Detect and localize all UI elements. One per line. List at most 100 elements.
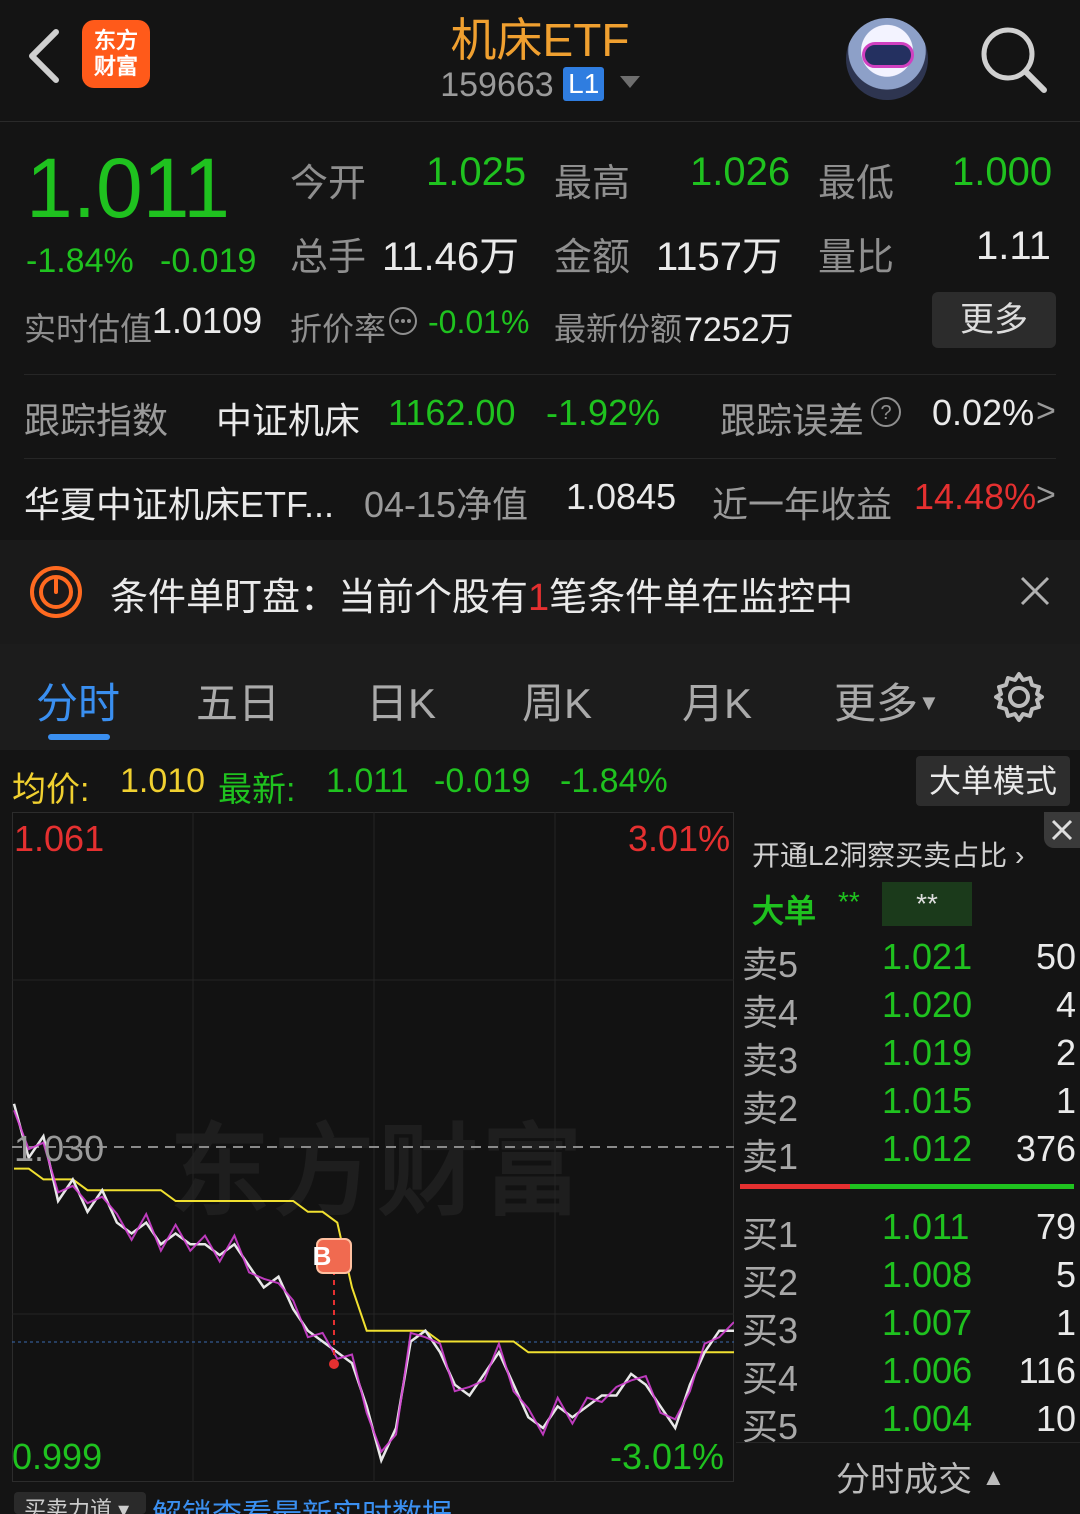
buy-row[interactable]: 买4 1.006 116 xyxy=(742,1350,1076,1399)
low-label: 最低 xyxy=(818,163,895,205)
settings-gear-icon[interactable] xyxy=(992,670,1046,724)
avg-price-value: 1.010 xyxy=(120,762,206,800)
sell-row[interactable]: 卖2 1.015 1 xyxy=(742,1080,1076,1129)
y-min-price: 0.999 xyxy=(12,1436,103,1477)
buy-row[interactable]: 买3 1.007 1 xyxy=(742,1302,1076,1351)
high-value: 1.026 xyxy=(690,150,791,194)
sell-volume: 1 xyxy=(1055,1080,1076,1121)
buy-volume: 79 xyxy=(1035,1206,1076,1247)
fund-name[interactable]: 华夏中证机床ETF... xyxy=(24,476,334,528)
condition-order-text: 条件单盯盘：当前个股有1笔条件单在监控中 xyxy=(110,566,853,621)
latest-price-label: 最新: xyxy=(218,771,296,809)
condition-text-suffix: 笔条件单在监控中 xyxy=(549,577,854,619)
sell-volume: 4 xyxy=(1055,984,1076,1025)
search-icon[interactable] xyxy=(978,24,1048,94)
tab-daily-k[interactable]: 日K xyxy=(366,670,436,731)
panel-close-icon[interactable] xyxy=(1044,812,1080,848)
chevron-right-icon[interactable]: > xyxy=(1036,392,1056,431)
logo-text-line1: 东方 xyxy=(93,28,138,53)
sell-row[interactable]: 卖3 1.019 2 xyxy=(742,1032,1076,1081)
tracking-error-value[interactable]: 0.02% xyxy=(932,392,1034,434)
y-min-pct: -3.01% xyxy=(610,1436,725,1477)
amount-label: 金额 xyxy=(554,237,631,279)
discount-label: 折价率 xyxy=(290,311,387,347)
app-logo[interactable]: 东方 财富 xyxy=(82,20,150,88)
more-button[interactable]: 更多 xyxy=(932,292,1056,348)
security-code-row[interactable]: 159663 L1 xyxy=(340,66,740,105)
sell-ratio-bar xyxy=(740,1184,850,1189)
close-icon[interactable] xyxy=(1018,574,1052,608)
big-order-buy-stars: ** xyxy=(838,886,860,917)
buy-row[interactable]: 买5 1.004 10 xyxy=(742,1398,1076,1447)
condition-count: 1 xyxy=(528,577,550,619)
sell-level-label: 卖5 xyxy=(742,944,799,985)
back-icon[interactable] xyxy=(22,26,66,86)
tab-monthly-k[interactable]: 月K xyxy=(682,670,752,731)
low-value: 1.000 xyxy=(952,150,1053,194)
y-max-price: 1.061 xyxy=(14,818,105,859)
active-tab-indicator xyxy=(48,734,110,740)
iopv-value: 1.0109 xyxy=(152,300,263,341)
sell-row[interactable]: 卖5 1.021 50 xyxy=(742,936,1076,985)
big-order-sell-stars: ** xyxy=(882,882,972,926)
divider xyxy=(24,374,1056,375)
tab-more[interactable]: 更多▼ xyxy=(834,670,940,731)
info-icon[interactable] xyxy=(388,306,418,336)
chevron-right-icon[interactable]: > xyxy=(1036,476,1056,515)
svg-text:?: ? xyxy=(880,402,891,424)
indicator-selector[interactable]: 买卖力道 ▾ xyxy=(14,1492,146,1514)
buy-row[interactable]: 买1 1.011 79 xyxy=(742,1206,1076,1255)
chevron-right-icon: › xyxy=(1014,840,1025,871)
tracking-index-name[interactable]: 中证机床 xyxy=(216,392,360,444)
indicator-label: 买卖力道 xyxy=(24,1497,113,1514)
latest-change-pct: -1.84% xyxy=(560,762,668,800)
intraday-chart-plot xyxy=(12,812,734,1482)
buy-price: 1.006 xyxy=(882,1350,973,1391)
l2-upsell-link[interactable]: 开通L2洞察买卖占比 › xyxy=(752,834,1024,874)
divider xyxy=(24,458,1056,459)
assistant-visor xyxy=(862,42,914,68)
tab-five-day[interactable]: 五日 xyxy=(196,670,280,731)
chevron-down-icon xyxy=(619,76,640,88)
help-icon[interactable]: ? xyxy=(870,396,902,428)
buy-row[interactable]: 买2 1.008 5 xyxy=(742,1254,1076,1303)
buy-volume: 5 xyxy=(1055,1254,1076,1295)
amount-value: 1157万 xyxy=(656,235,783,279)
buy-level-label: 买4 xyxy=(742,1358,799,1399)
tab-weekly-k[interactable]: 周K xyxy=(522,670,592,731)
l2-upsell-label: 开通L2洞察买卖占比 xyxy=(752,840,1008,871)
tracking-index-label: 跟踪指数 xyxy=(24,400,169,441)
security-code: 159663 xyxy=(440,66,554,104)
sell-level-label: 卖2 xyxy=(742,1088,799,1129)
shares-value: 7252万 xyxy=(684,311,794,349)
sell-volume: 376 xyxy=(1015,1128,1076,1169)
buy-volume: 116 xyxy=(1018,1350,1076,1391)
volume-ratio-value: 1.11 xyxy=(976,224,1051,268)
sell-price: 1.020 xyxy=(882,984,973,1025)
sell-volume: 2 xyxy=(1055,1032,1076,1073)
unlock-data-link[interactable]: 解锁查看最新实时数据 xyxy=(152,1490,452,1514)
divider xyxy=(736,1442,1080,1443)
volume-label: 总手 xyxy=(290,237,367,279)
time-trades-toggle[interactable]: 分时成交 ▲ xyxy=(836,1452,1005,1501)
condition-text-prefix: 条件单盯盘：当前个股有 xyxy=(110,577,529,619)
one-year-return-value[interactable]: 14.48% xyxy=(914,476,1036,518)
latest-price-value: 1.011 xyxy=(326,762,409,800)
sell-row[interactable]: 卖4 1.020 4 xyxy=(742,984,1076,1033)
sell-price: 1.019 xyxy=(882,1032,973,1073)
sell-row[interactable]: 卖1 1.012 376 xyxy=(742,1128,1076,1177)
buy-level-label: 买3 xyxy=(742,1310,799,1351)
y-mid-price: 1.030 xyxy=(14,1128,105,1169)
marker-dot xyxy=(329,1359,339,1369)
chart-tabs: 分时 五日 日K 周K 月K 更多▼ xyxy=(0,644,1080,750)
big-order-mode-button[interactable]: 大单模式 xyxy=(916,756,1070,806)
alarm-clock-icon xyxy=(28,564,84,620)
buy-volume: 10 xyxy=(1035,1398,1076,1439)
tab-intraday[interactable]: 分时 xyxy=(36,670,120,731)
discount-value: -0.01% xyxy=(428,304,530,340)
nav-date-label: 04-15净值 xyxy=(364,484,529,525)
tracking-error-label: 跟踪误差 xyxy=(720,400,865,441)
latest-change: -0.019 xyxy=(434,762,531,800)
avg-price-label: 均价: xyxy=(12,771,90,809)
current-price: 1.011 xyxy=(26,141,230,235)
